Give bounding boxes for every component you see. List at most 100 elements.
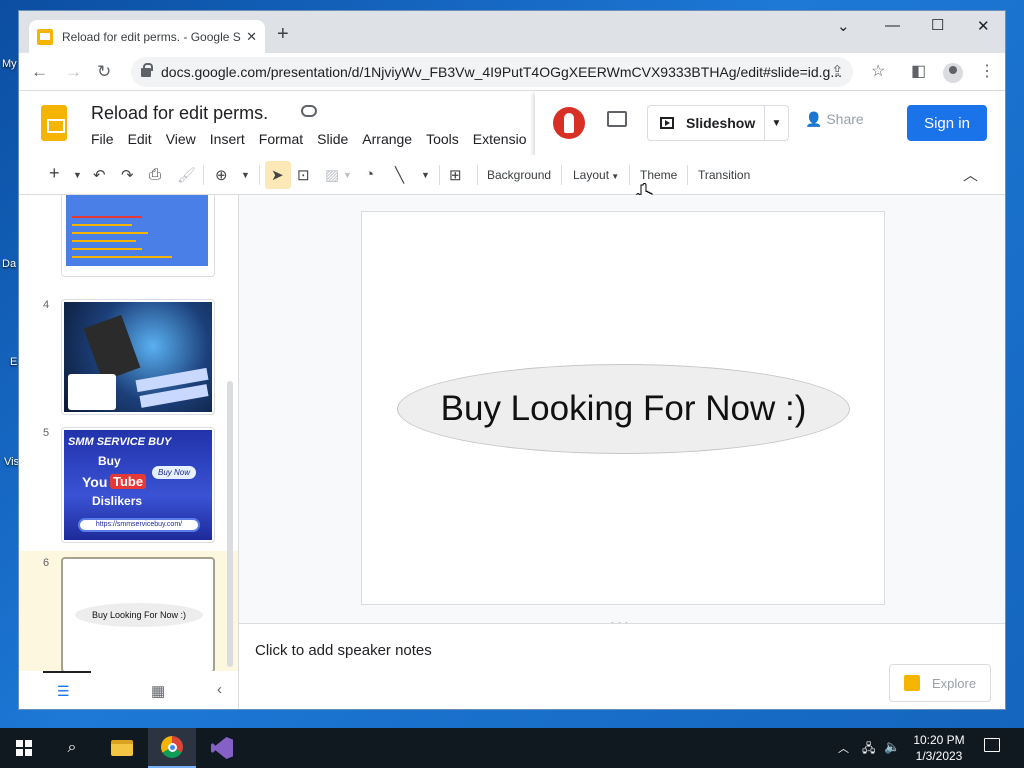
thumbnail-you: You xyxy=(82,474,108,490)
bookmark-star-icon[interactable]: ☆ xyxy=(871,61,885,81)
user-avatar[interactable] xyxy=(553,107,585,139)
file-explorer-icon[interactable] xyxy=(98,728,146,768)
new-slide-dropdown-icon[interactable]: ▼ xyxy=(73,170,82,180)
image-dropdown-icon[interactable]: ▼ xyxy=(343,170,352,180)
new-slide-icon[interactable]: + xyxy=(49,163,60,184)
paint-format-icon[interactable]: 🖌 xyxy=(177,166,196,184)
share-button[interactable]: 👤 Share xyxy=(805,111,864,128)
network-icon[interactable]: 🖧 xyxy=(862,739,875,760)
menu-file[interactable]: File xyxy=(91,131,114,147)
filmstrip-scrollbar[interactable] xyxy=(227,381,233,667)
share-label: Share xyxy=(826,111,864,127)
slide-thumbnail-3[interactable] xyxy=(61,195,215,277)
add-comment-icon[interactable]: ⊞ xyxy=(449,166,462,184)
zoom-dropdown-icon[interactable]: ▼ xyxy=(241,170,250,180)
clock-time: 10:20 PM xyxy=(913,733,965,747)
text-box-icon[interactable]: ⊡ xyxy=(297,166,310,184)
line-dropdown-icon[interactable]: ▼ xyxy=(421,170,430,180)
chrome-icon[interactable] xyxy=(148,728,196,768)
filmstrip-view-icon[interactable]: ☰ xyxy=(57,683,70,700)
menu-arrange[interactable]: Arrange xyxy=(362,131,412,147)
image-icon[interactable]: ▨ xyxy=(325,166,339,184)
theme-button[interactable]: Theme xyxy=(640,168,677,182)
toolbar-divider xyxy=(687,165,688,185)
menu-insert[interactable]: Insert xyxy=(210,131,245,147)
shape-icon[interactable]: ◔ xyxy=(365,166,374,183)
undo-icon[interactable]: ↶ xyxy=(93,166,106,184)
collapse-panel-icon[interactable]: ‹ xyxy=(217,681,222,698)
sign-in-button[interactable]: Sign in xyxy=(907,105,987,141)
forward-button[interactable]: → xyxy=(65,62,82,82)
browser-tab[interactable]: Reload for edit perms. - Google S ✕ xyxy=(29,20,265,53)
thumbnail-badge: Buy Now xyxy=(152,466,197,479)
clock[interactable]: 10:20 PM 1/3/2023 xyxy=(906,732,972,764)
desktop-icon-label[interactable]: Vis xyxy=(4,456,19,468)
share-page-icon[interactable]: ⇪ xyxy=(831,62,844,80)
slide-canvas: Buy Looking For Now :) • • • xyxy=(239,195,1005,628)
filmstrip-footer: ☰ ▦ ‹ xyxy=(19,671,239,709)
close-window-button[interactable]: ✕ xyxy=(977,17,990,35)
cloud-status-icon[interactable] xyxy=(301,105,317,117)
profile-avatar[interactable] xyxy=(943,63,963,83)
maximize-button[interactable]: ☐ xyxy=(931,16,944,34)
line-icon[interactable]: ╲ xyxy=(395,166,404,184)
transition-button[interactable]: Transition xyxy=(698,168,750,182)
slide-thumbnail-6[interactable]: Buy Looking For Now :) xyxy=(61,557,215,671)
background-button[interactable]: Background xyxy=(487,168,551,182)
ellipse-shape[interactable]: Buy Looking For Now :) xyxy=(397,364,850,454)
minimize-button[interactable]: — xyxy=(885,17,900,34)
menu-extensions[interactable]: Extensio xyxy=(473,131,527,147)
present-icon xyxy=(660,117,674,129)
chevron-up-icon[interactable]: ︿ xyxy=(838,740,849,756)
grid-view-icon[interactable]: ▦ xyxy=(151,682,165,700)
layout-button[interactable]: Layout ▼ xyxy=(573,168,619,182)
windows-start-icon[interactable] xyxy=(0,728,48,768)
comment-history-icon[interactable] xyxy=(607,111,627,127)
thumbnail-tube: Tube xyxy=(110,474,147,489)
header-right-panel: Slideshow ▼ 👤 Share Sign in xyxy=(535,91,1005,155)
filmstrip-panel: 4 5 SMM SERVICE BUY Buy You Tube Buy Now… xyxy=(19,195,239,671)
browser-window: Reload for edit perms. - Google S ✕ + ⌄ … xyxy=(18,10,1006,710)
slide-thumbnail-4[interactable] xyxy=(61,299,215,415)
thumbnail-image xyxy=(66,195,208,266)
toolbar-divider xyxy=(561,165,562,185)
close-tab-icon[interactable]: ✕ xyxy=(246,29,257,45)
menu-edit[interactable]: Edit xyxy=(128,131,152,147)
desktop-icon-label[interactable]: Da xyxy=(2,258,16,270)
omnibox[interactable]: docs.google.com/presentation/d/1NjviyWv_… xyxy=(131,57,853,87)
person-icon: 👤 xyxy=(805,111,823,127)
slideshow-dropdown-icon[interactable]: ▼ xyxy=(764,106,788,140)
select-cursor-icon[interactable]: ➤ xyxy=(271,166,284,184)
menu-tools[interactable]: Tools xyxy=(426,131,459,147)
print-icon[interactable]: ⎙ xyxy=(149,166,161,183)
tab-search-icon[interactable]: ⌄ xyxy=(837,17,850,35)
redo-icon[interactable]: ↷ xyxy=(121,166,134,184)
layout-label: Layout xyxy=(573,168,610,182)
slideshow-button[interactable]: Slideshow ▼ xyxy=(647,105,789,141)
speaker-notes[interactable]: Click to add speaker notes Explore xyxy=(239,623,1005,709)
thumbnail-image: SMM SERVICE BUY Buy You Tube Buy Now Dis… xyxy=(64,430,212,540)
clock-date: 1/3/2023 xyxy=(915,749,963,763)
menu-slide[interactable]: Slide xyxy=(317,131,348,147)
slides-logo-icon[interactable] xyxy=(41,105,67,141)
reload-button[interactable]: ↻ xyxy=(97,62,111,82)
slide-thumbnail-5[interactable]: SMM SERVICE BUY Buy You Tube Buy Now Dis… xyxy=(61,427,215,543)
back-button[interactable]: ← xyxy=(31,62,48,82)
badge-shape xyxy=(68,374,116,410)
more-menu-icon[interactable]: ⋮ xyxy=(979,61,995,81)
explore-button[interactable]: Explore xyxy=(889,664,991,702)
desktop-icon-label[interactable]: E xyxy=(10,356,17,368)
menu-view[interactable]: View xyxy=(166,131,196,147)
slide-editor[interactable]: Buy Looking For Now :) xyxy=(361,211,885,605)
new-tab-button[interactable]: + xyxy=(277,23,289,46)
search-icon[interactable]: ⌕ xyxy=(48,728,96,768)
visual-studio-icon[interactable] xyxy=(198,728,246,768)
desktop-icon-label[interactable]: My xyxy=(2,58,17,70)
volume-icon[interactable]: 🔈 xyxy=(884,739,900,755)
document-title[interactable]: Reload for edit perms. xyxy=(91,103,268,124)
notification-icon[interactable] xyxy=(984,738,1000,752)
side-panel-icon[interactable]: ◧ xyxy=(911,61,926,81)
collapse-toolbar-icon[interactable]: ︿ xyxy=(963,164,978,185)
zoom-icon[interactable]: ⊕ xyxy=(215,166,228,184)
menu-format[interactable]: Format xyxy=(259,131,303,147)
